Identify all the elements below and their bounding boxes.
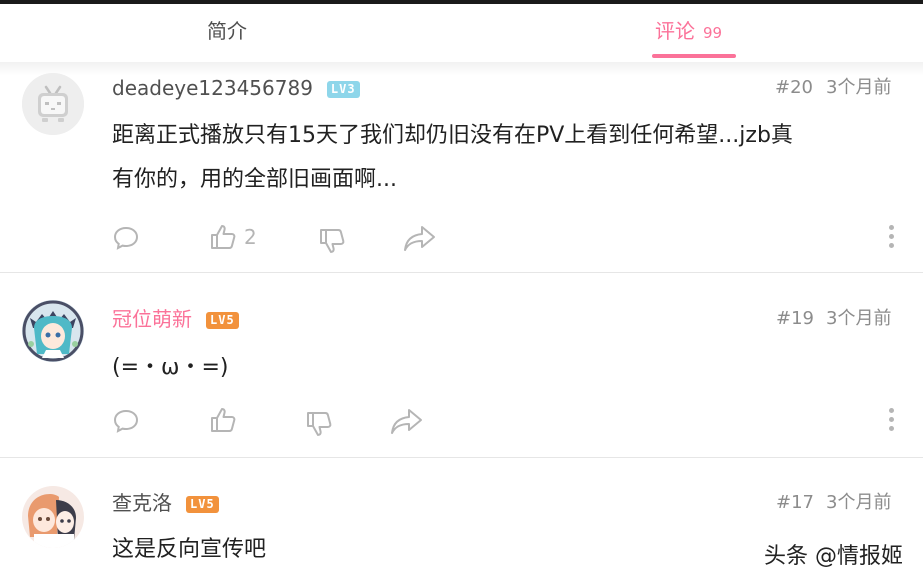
more-dot — [889, 426, 894, 431]
more-options-button[interactable] — [888, 225, 896, 252]
comment-time: 3个月前 — [826, 77, 892, 98]
username-text: 查克洛 — [112, 491, 172, 515]
anime-avatar-image — [22, 300, 84, 362]
comment-divider — [0, 272, 923, 273]
comment-count-badge: 99 — [703, 24, 723, 42]
username-text: deadeye123456789 — [112, 76, 313, 100]
dislike-button[interactable] — [317, 226, 347, 256]
avatar[interactable] — [22, 300, 84, 362]
avatar[interactable] — [22, 73, 84, 135]
share-button[interactable] — [389, 407, 425, 435]
like-count: 2 — [244, 225, 257, 249]
active-tab-indicator — [652, 54, 736, 58]
more-dot — [889, 417, 894, 422]
tab-shadow — [0, 62, 923, 76]
tab-comments-label: 评论 — [655, 19, 695, 43]
like-button[interactable] — [208, 405, 244, 435]
more-options-button[interactable] — [888, 408, 896, 435]
thumbs-up-icon — [211, 225, 236, 249]
level-badge: LV3 — [326, 81, 360, 98]
thumbs-down-icon — [307, 412, 332, 436]
reply-bubble-icon — [113, 409, 139, 433]
comment-time: 3个月前 — [826, 492, 892, 513]
more-dot — [889, 408, 894, 413]
share-arrow-icon — [404, 226, 435, 251]
username[interactable]: deadeye123456789 LV3 — [112, 75, 360, 101]
level-badge: LV5 — [186, 496, 219, 513]
share-arrow-icon — [391, 409, 422, 434]
username[interactable]: 冠位萌新 LV5 — [112, 306, 239, 332]
comment-text: 距离正式播放只有15天了我们却仍旧没有在PV上看到任何希望...jzb真 有你的… — [112, 114, 902, 202]
like-button[interactable]: 2 — [208, 222, 257, 252]
dislike-button[interactable] — [304, 409, 334, 439]
default-avatar-icon — [22, 73, 84, 135]
username-text: 冠位萌新 — [112, 307, 192, 331]
floor-number: #19 — [776, 308, 814, 329]
username[interactable]: 查克洛 LV5 — [112, 490, 219, 516]
thumbs-down-icon — [320, 229, 345, 253]
reply-bubble-icon — [113, 226, 139, 250]
more-dot — [889, 243, 894, 248]
comment-text: (=・ω・=) — [112, 346, 902, 390]
level-badge: LV5 — [206, 312, 239, 329]
tab-bar: 简介 评论 99 — [0, 4, 923, 62]
comment-text-line: (=・ω・=) — [112, 355, 229, 380]
thumbs-up-icon — [211, 408, 236, 432]
anime-avatar-image — [22, 486, 84, 548]
comment-text-line: 有你的，用的全部旧画面啊... — [112, 167, 397, 192]
avatar[interactable] — [22, 486, 84, 548]
more-dot — [889, 234, 894, 239]
comment-text-line: 距离正式播放只有15天了我们却仍旧没有在PV上看到任何希望...jzb真 — [112, 123, 793, 148]
floor-number: #17 — [776, 492, 814, 513]
more-dot — [889, 225, 894, 230]
share-button[interactable] — [402, 224, 438, 252]
reply-button[interactable] — [112, 224, 140, 252]
comment-time: 3个月前 — [826, 308, 892, 329]
reply-button[interactable] — [112, 407, 140, 435]
tab-intro[interactable]: 简介 — [207, 4, 247, 62]
watermark: 头条 @情报姬 — [758, 538, 909, 570]
comment-divider — [0, 457, 923, 458]
floor-number: #20 — [775, 77, 813, 98]
